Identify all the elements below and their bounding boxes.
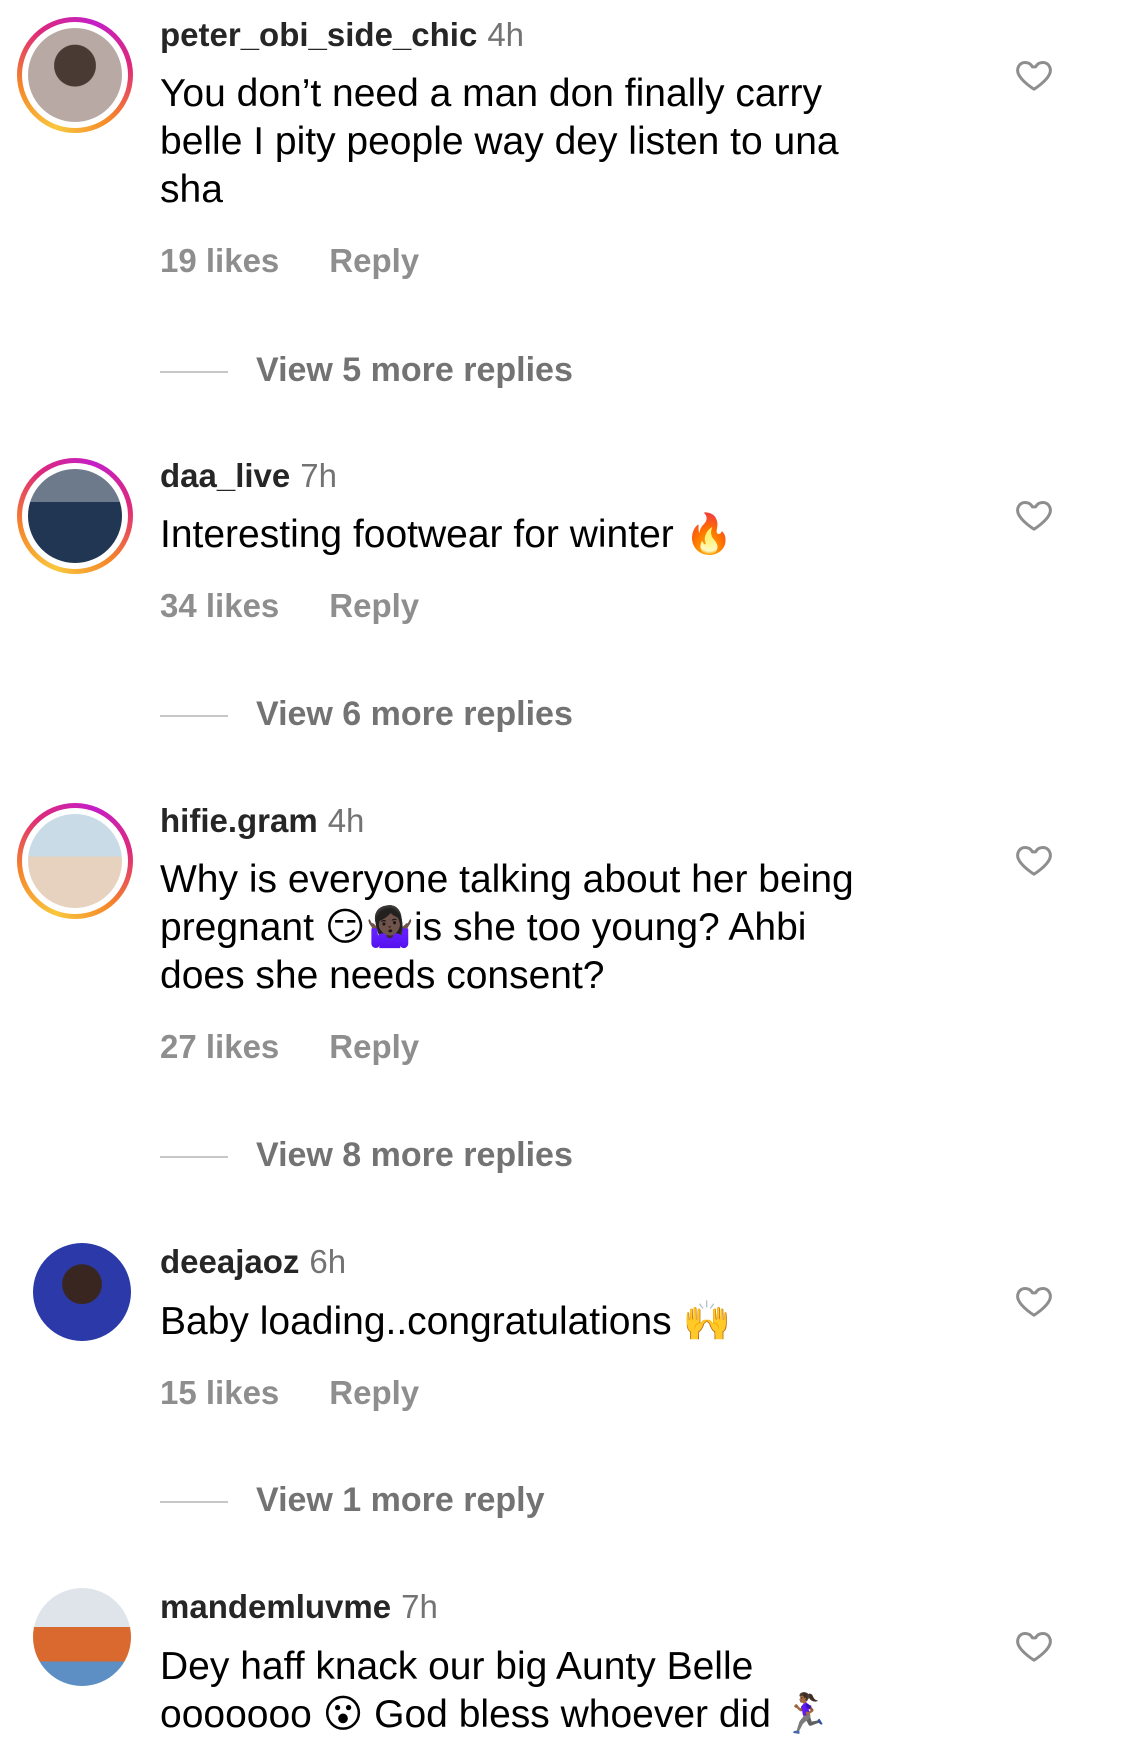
likes-count[interactable]: 34 likes [160, 587, 279, 624]
comment-text: Baby loading..congratulations 🙌 [160, 1300, 732, 1343]
comment-time: 4h [327, 802, 365, 839]
reply-button[interactable]: Reply [329, 587, 419, 624]
avatar[interactable] [17, 458, 133, 574]
reply-button[interactable]: Reply [329, 1374, 419, 1411]
likes-count[interactable]: 15 likes [160, 1374, 279, 1411]
profile-photo [28, 28, 122, 122]
reply-button[interactable]: Reply [329, 1028, 419, 1065]
avatar[interactable] [17, 17, 133, 133]
avatar[interactable] [33, 1243, 131, 1341]
comment-text: Dey haff knack our big Aunty Belle ooooo… [160, 1645, 831, 1736]
profile-photo [33, 1588, 131, 1686]
heart-outline-icon[interactable] [1014, 495, 1054, 535]
comment-username[interactable]: peter_obi_side_chic [160, 16, 477, 53]
comment-username[interactable]: daa_live [160, 457, 290, 494]
likes-count[interactable]: 27 likes [160, 1028, 279, 1065]
comment-time: 7h [300, 457, 337, 494]
comment-username[interactable]: mandemluvme [160, 1588, 391, 1625]
comment-username[interactable]: hifie.gram [160, 802, 318, 839]
avatar[interactable] [33, 1588, 131, 1686]
comment-text: Interesting footwear for winter 🔥 [160, 513, 734, 556]
comment-time: 4h [487, 16, 525, 53]
heart-outline-icon[interactable] [1014, 1626, 1054, 1666]
avatar[interactable] [17, 803, 133, 919]
profile-photo [33, 1243, 131, 1341]
reply-button[interactable]: Reply [329, 242, 419, 279]
profile-photo [28, 814, 122, 908]
profile-photo [28, 469, 122, 563]
comment-text: You don’t need a man don finally carry b… [160, 72, 839, 211]
replies-divider [160, 1501, 228, 1503]
replies-divider [160, 371, 228, 373]
heart-outline-icon[interactable] [1014, 840, 1054, 880]
replies-divider [160, 1156, 228, 1158]
comment-username[interactable]: deeajaoz [160, 1243, 299, 1280]
comment-text: Why is everyone talking about her being … [160, 858, 854, 997]
comment-time: 7h [401, 1588, 438, 1625]
replies-divider [160, 715, 228, 717]
heart-outline-icon[interactable] [1014, 1281, 1054, 1321]
comment-time: 6h [309, 1243, 347, 1280]
likes-count[interactable]: 19 likes [160, 242, 279, 279]
heart-outline-icon[interactable] [1014, 55, 1054, 95]
